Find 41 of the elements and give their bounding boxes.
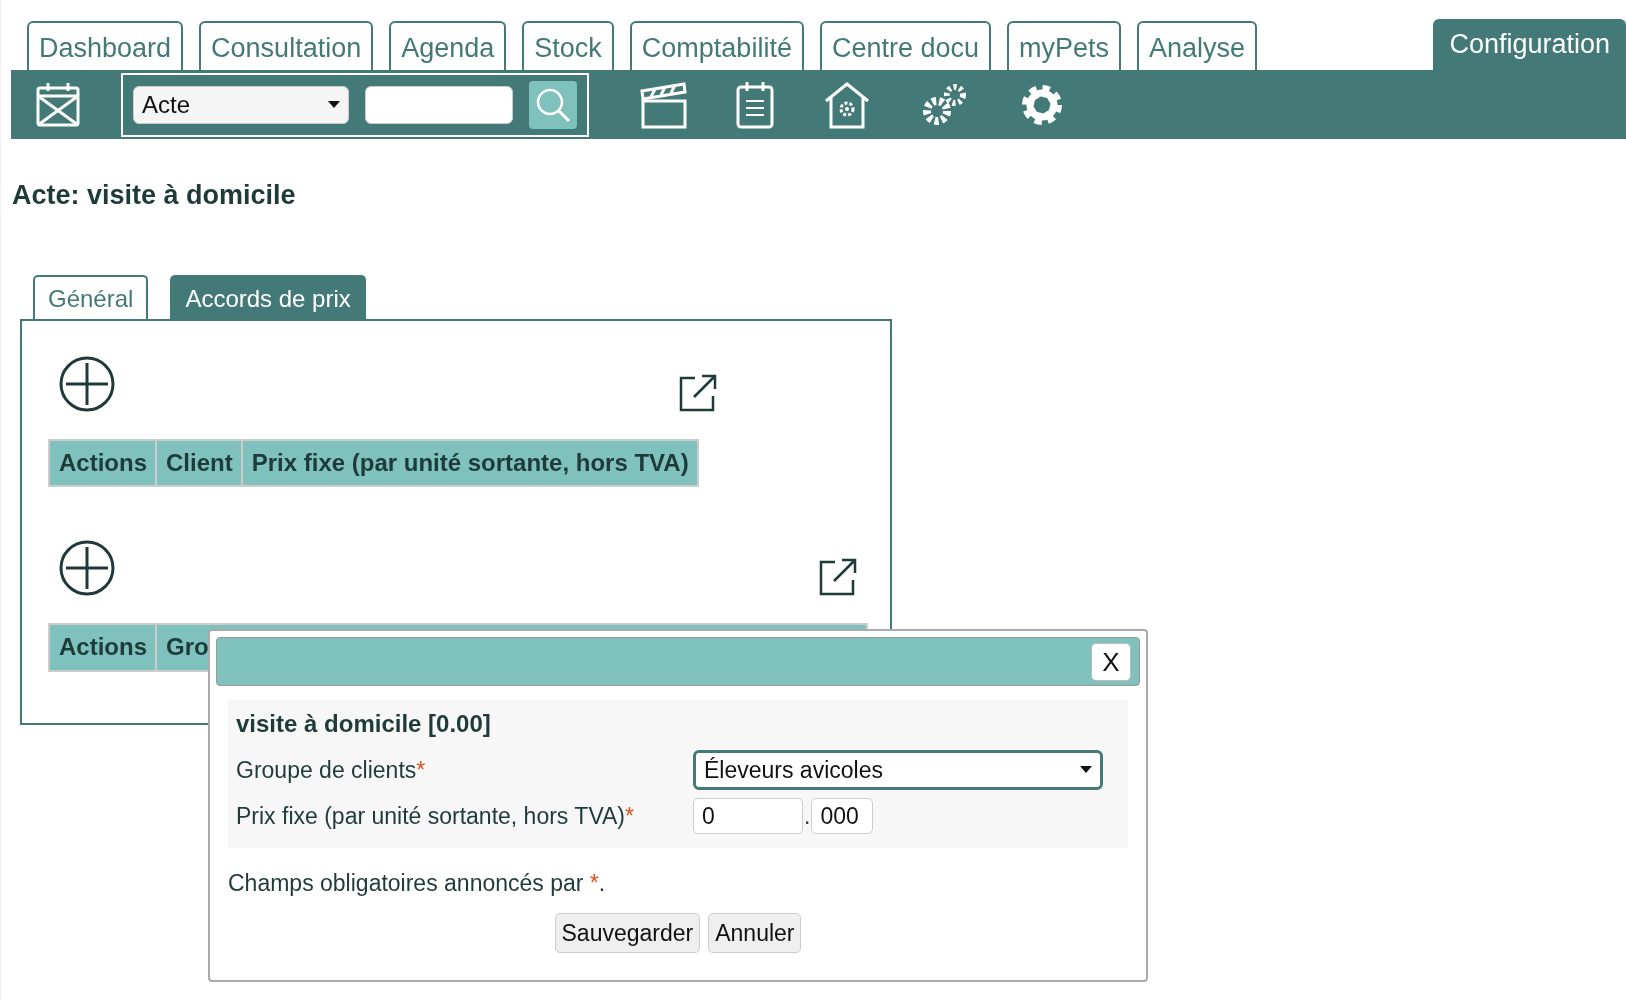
nav-tab[interactable]: myPets [1007,20,1122,70]
nav-tab[interactable]: Centre docu [819,20,991,70]
required-note: Champs obligatoires annoncés par *. [228,869,607,898]
clapperboard-icon[interactable] [639,80,687,129]
close-button[interactable]: X [1091,642,1131,681]
dialog-button[interactable]: Sauvegarder [554,912,701,953]
external-link-icon[interactable] [818,557,858,598]
nav-tab[interactable]: Stock [522,20,614,70]
column-header: Prix fixe (par unité sortante, hors TVA) [250,447,690,478]
nav-tab[interactable]: Consultation [199,20,374,70]
dialog-button[interactable]: Annuler [708,912,802,953]
tab[interactable]: Accords de prix [170,275,366,319]
field-label: Prix fixe (par unité sortante, hors TVA)* [236,801,635,831]
search-button[interactable] [529,80,577,129]
caret-icon [1080,766,1092,774]
group-dropdown[interactable]: Éleveurs avicoles [693,750,1103,790]
add-icon[interactable] [58,539,116,598]
field-label: Groupe de clients* [236,755,427,785]
nav-tab[interactable]: Comptabilité [629,20,804,70]
nav-tab[interactable]: Configuration [1433,18,1626,70]
nav-tab[interactable]: Analyse [1137,20,1258,70]
dialog-heading: visite à domicile [0.00] [236,709,492,739]
type-dropdown[interactable]: Acte [133,85,349,124]
calendar-icon[interactable] [35,81,81,128]
nav-tab[interactable]: Agenda [389,20,507,70]
tab[interactable]: Général [33,275,149,319]
decimal-separator: . [804,801,811,831]
external-link-icon[interactable] [678,372,718,413]
notepad-icon[interactable] [735,80,775,129]
house-gear-icon[interactable] [823,80,871,129]
decimal-field[interactable]: 000 [811,798,874,834]
nav-tab[interactable]: Dashboard [27,20,184,70]
column-header: Gro [165,632,210,663]
column-header: Actions [50,440,157,486]
integer-field[interactable]: 0 [693,798,803,834]
add-icon[interactable] [58,354,116,413]
column-header: Actions [50,625,157,671]
caret-icon [328,100,340,109]
search-field[interactable] [365,85,513,124]
column-header: Client [157,440,243,486]
page-title: Acte: visite à domicile [12,179,297,212]
